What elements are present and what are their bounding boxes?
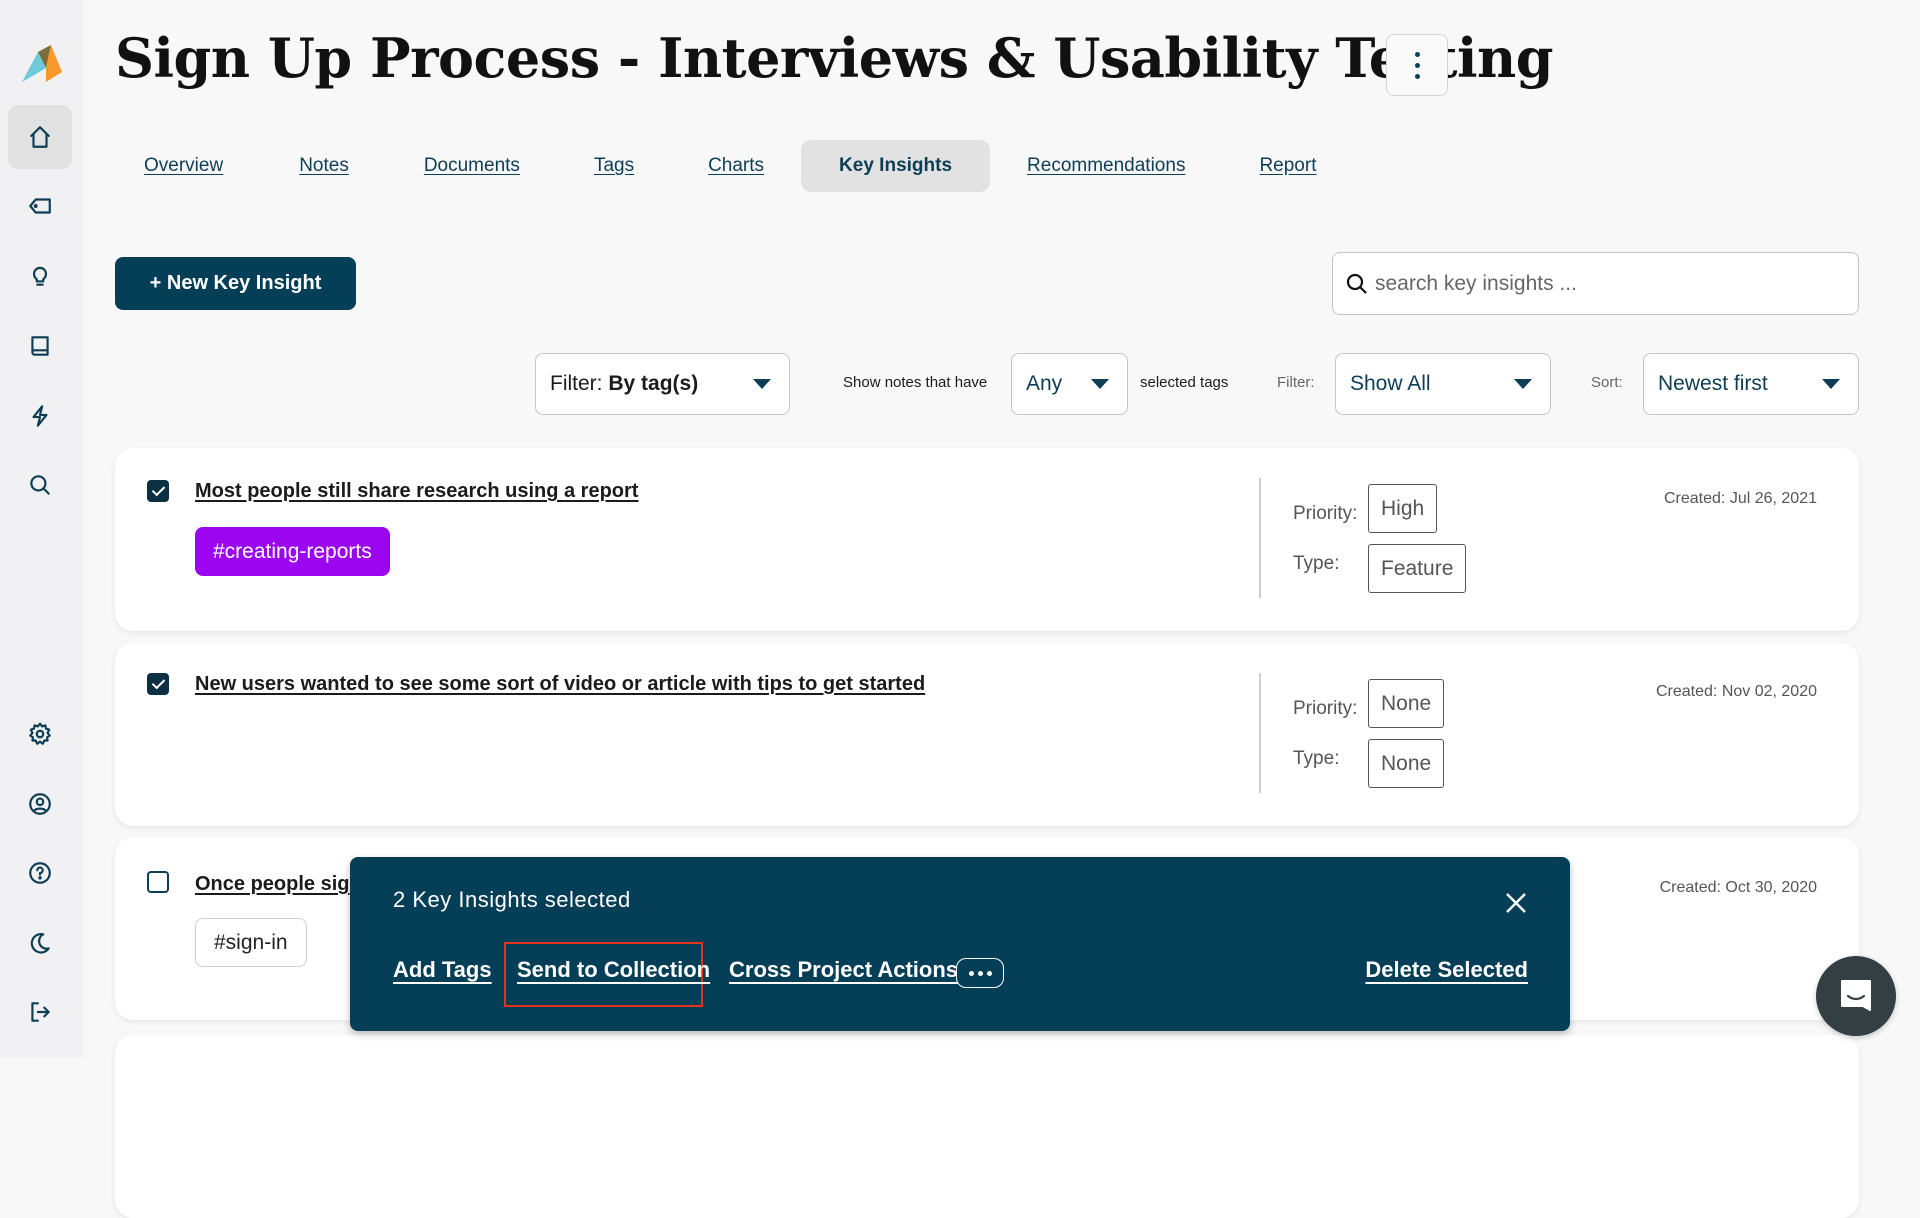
sort-value: Newest first — [1658, 372, 1768, 395]
priority-label: Priority: — [1293, 503, 1358, 524]
show-notes-label: Show notes that have — [843, 374, 988, 391]
add-tags-button[interactable]: Add Tags — [393, 957, 492, 983]
kebab-dot — [1414, 73, 1420, 79]
search-input[interactable] — [1375, 271, 1835, 296]
created-date: Created: Nov 02, 2020 — [1656, 683, 1817, 700]
tab-tags[interactable]: Tags — [557, 140, 671, 192]
sidebar-item-account[interactable] — [8, 772, 72, 836]
tag-chip[interactable]: #sign-in — [195, 918, 307, 967]
tab-notes[interactable]: Notes — [261, 140, 387, 192]
tag-match-dropdown[interactable]: Any — [1011, 353, 1128, 415]
filter-label: Filter: — [1277, 374, 1315, 391]
bolt-icon — [32, 405, 48, 427]
card-divider — [1259, 673, 1261, 793]
kebab-dot — [1414, 51, 1420, 57]
selected-tags-label: selected tags — [1140, 374, 1229, 391]
caret-down-icon — [1514, 379, 1532, 389]
ellipsis-dot — [977, 970, 983, 976]
caret-down-icon — [1091, 379, 1109, 389]
close-icon — [1506, 893, 1526, 913]
tag-chip[interactable]: #creating-reports — [195, 527, 390, 576]
delete-selected-button[interactable]: Delete Selected — [1365, 957, 1528, 983]
insight-title[interactable]: Most people still share research using a… — [195, 480, 638, 503]
insight-title[interactable]: New users wanted to see some sort of vid… — [195, 673, 925, 696]
key-insight-card: Most people still share research using a… — [115, 448, 1859, 631]
ellipsis-dot — [986, 970, 992, 976]
tag-match-value: Any — [1026, 372, 1063, 395]
sidebar-item-tags[interactable] — [8, 174, 72, 238]
tab-report[interactable]: Report — [1222, 140, 1353, 192]
priority-label: Priority: — [1293, 698, 1358, 719]
type-label: Type: — [1293, 553, 1340, 574]
page-title: Sign Up Process - Interviews & Usability… — [115, 26, 1553, 90]
show-filter-dropdown[interactable]: Show All — [1335, 353, 1551, 415]
logout-icon — [31, 1002, 50, 1022]
search-icon — [1346, 273, 1367, 294]
show-filter-value: Show All — [1350, 372, 1431, 395]
select-checkbox[interactable] — [147, 673, 169, 695]
created-date: Created: Oct 30, 2020 — [1659, 879, 1817, 896]
filter-value: By tag(s) — [608, 372, 699, 395]
sidebar-item-search[interactable] — [8, 453, 72, 517]
sort-label: Sort: — [1591, 374, 1623, 391]
search-box — [1332, 252, 1859, 315]
sidebar — [0, 0, 83, 1058]
select-checkbox[interactable] — [147, 480, 169, 502]
insight-title[interactable]: Once people sig — [195, 873, 349, 896]
bulk-action-bar: 2 Key Insights selected Add Tags Send to… — [350, 857, 1570, 1031]
send-to-collection-button[interactable]: Send to Collection — [517, 957, 710, 983]
gear-icon — [29, 722, 51, 745]
lightbulb-icon — [32, 266, 48, 286]
tag-icon — [29, 198, 51, 214]
book-icon — [31, 336, 49, 356]
user-circle-icon — [29, 793, 51, 815]
type-label: Type: — [1293, 748, 1340, 769]
type-value[interactable]: None — [1368, 739, 1445, 788]
tab-overview[interactable]: Overview — [106, 140, 261, 192]
close-bulk-bar-button[interactable] — [1504, 891, 1528, 915]
priority-value[interactable]: High — [1368, 484, 1438, 533]
sidebar-item-insights[interactable] — [8, 244, 72, 308]
key-insight-card: New users wanted to see some sort of vid… — [115, 643, 1859, 826]
app-logo[interactable] — [18, 38, 66, 86]
sidebar-item-help[interactable] — [8, 841, 72, 905]
tab-key-insights[interactable]: Key Insights — [801, 140, 991, 192]
tab-charts[interactable]: Charts — [671, 140, 801, 192]
select-checkbox[interactable] — [147, 871, 169, 893]
project-tabs: Overview Notes Documents Tags Charts Key… — [115, 140, 1353, 192]
key-insight-card — [115, 1035, 1859, 1218]
caret-down-icon — [753, 379, 771, 389]
chat-icon — [1841, 980, 1871, 1011]
sidebar-item-library[interactable] — [8, 314, 72, 378]
chat-launcher-button[interactable] — [1816, 956, 1896, 1036]
moon-icon — [30, 932, 50, 954]
filter-dropdown-value: Filter: By tag(s) — [550, 372, 698, 396]
home-icon — [30, 126, 50, 148]
sidebar-item-dark-mode[interactable] — [8, 911, 72, 975]
priority-value[interactable]: None — [1368, 679, 1445, 728]
caret-down-icon — [1822, 379, 1840, 389]
sidebar-item-home[interactable] — [8, 105, 72, 169]
project-menu-button[interactable] — [1386, 34, 1448, 96]
card-divider — [1259, 478, 1261, 598]
sidebar-item-settings[interactable] — [8, 702, 72, 766]
kebab-dot — [1414, 62, 1420, 68]
help-icon — [29, 862, 51, 884]
cross-project-actions-button[interactable]: Cross Project Actions — [729, 957, 958, 983]
filter-prefix: Filter: — [550, 372, 609, 395]
more-options-button[interactable] — [956, 958, 1004, 988]
created-date: Created: Jul 26, 2021 — [1664, 490, 1817, 507]
ellipsis-dot — [968, 970, 974, 976]
type-value[interactable]: Feature — [1368, 544, 1467, 593]
tab-documents[interactable]: Documents — [387, 140, 557, 192]
search-icon — [30, 475, 50, 495]
new-key-insight-button[interactable]: + New Key Insight — [115, 257, 356, 310]
sidebar-item-logout[interactable] — [8, 980, 72, 1044]
filter-by-tags-dropdown[interactable]: Filter: By tag(s) — [535, 353, 790, 415]
tab-recommendations[interactable]: Recommendations — [990, 140, 1222, 192]
selection-count: 2 Key Insights selected — [393, 887, 631, 912]
sort-dropdown[interactable]: Newest first — [1643, 353, 1859, 415]
sidebar-item-actions[interactable] — [8, 384, 72, 448]
